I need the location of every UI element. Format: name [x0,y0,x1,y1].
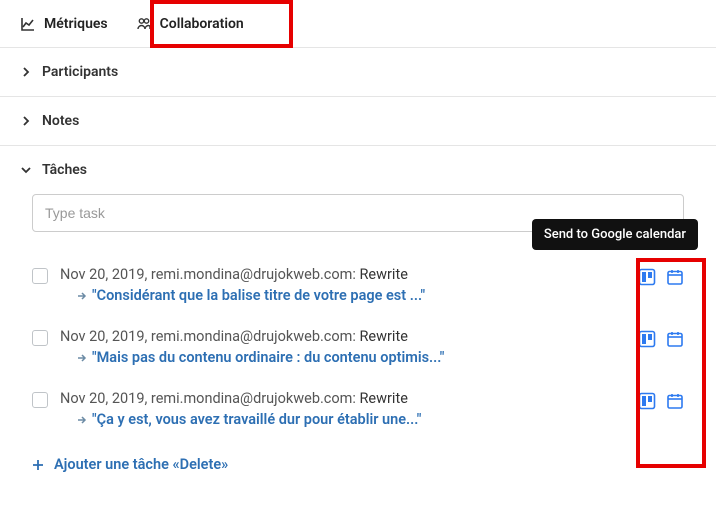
arrow-right-icon [76,352,88,364]
tab-collaboration[interactable]: Collaboration [136,0,244,47]
task-quote-line: "Considérant que la balise titre de votr… [60,287,626,304]
trello-icon[interactable] [638,392,656,410]
arrow-right-icon [76,290,88,302]
task-quote-link[interactable]: "Ça y est, vous avez travaillé dur pour … [92,411,421,428]
task-quote-link[interactable]: "Mais pas du contenu ordinaire : du cont… [92,349,444,366]
task-body: Nov 20, 2019, remi.mondina@drujokweb.com… [60,390,626,428]
section-tasks: Tâches Send to Google calendar Nov 20, 2… [0,146,716,493]
section-notes: Notes [0,97,716,146]
tooltip-google-calendar: Send to Google calendar [532,219,698,250]
chart-line-icon [20,16,36,32]
section-notes-header[interactable]: Notes [0,97,716,145]
task-row: Nov 20, 2019, remi.mondina@drujokweb.com… [32,318,684,380]
trello-icon[interactable] [638,268,656,286]
task-meta: Nov 20, 2019, remi.mondina@drujokweb.com… [60,266,626,283]
add-task-button[interactable]: Ajouter une tâche «Delete» [0,442,716,493]
task-meta: Nov 20, 2019, remi.mondina@drujokweb.com… [60,328,626,345]
task-row: Nov 20, 2019, remi.mondina@drujokweb.com… [32,256,684,318]
chevron-right-icon [20,66,32,78]
section-notes-label: Notes [42,113,79,129]
chevron-down-icon [20,164,32,176]
chevron-right-icon [20,115,32,127]
plus-icon [32,459,44,471]
task-actions [638,328,684,348]
tabs-bar: Métriques Collaboration [0,0,716,48]
tab-collaboration-label: Collaboration [160,16,244,32]
task-checkbox[interactable] [32,268,48,284]
section-participants-header[interactable]: Participants [0,48,716,96]
task-quote-line: "Mais pas du contenu ordinaire : du cont… [60,349,626,366]
section-tasks-label: Tâches [42,162,87,178]
trello-icon[interactable] [638,330,656,348]
task-row: Nov 20, 2019, remi.mondina@drujokweb.com… [32,380,684,442]
task-body: Nov 20, 2019, remi.mondina@drujokweb.com… [60,328,626,366]
task-quote-line: "Ça y est, vous avez travaillé dur pour … [60,411,626,428]
add-task-label: Ajouter une tâche «Delete» [54,456,228,473]
users-icon [136,16,152,32]
task-actions [638,390,684,410]
task-checkbox[interactable] [32,330,48,346]
calendar-icon[interactable] [666,330,684,348]
tasks-list: Nov 20, 2019, remi.mondina@drujokweb.com… [0,246,716,442]
tab-metrics[interactable]: Métriques [20,0,108,47]
task-meta: Nov 20, 2019, remi.mondina@drujokweb.com… [60,390,626,407]
task-checkbox[interactable] [32,392,48,408]
task-actions [638,266,684,286]
calendar-icon[interactable] [666,392,684,410]
calendar-icon[interactable] [666,268,684,286]
tab-metrics-label: Métriques [44,16,108,32]
section-participants-label: Participants [42,64,118,80]
arrow-right-icon [76,414,88,426]
task-quote-link[interactable]: "Considérant que la balise titre de votr… [92,287,425,304]
task-body: Nov 20, 2019, remi.mondina@drujokweb.com… [60,266,626,304]
section-participants: Participants [0,48,716,97]
section-tasks-header[interactable]: Tâches [0,146,716,194]
